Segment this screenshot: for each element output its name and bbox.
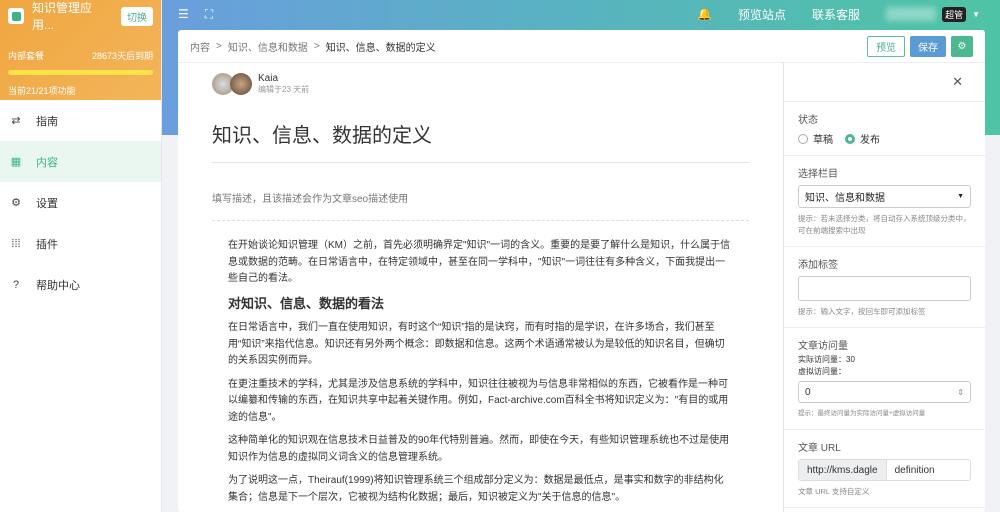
section-heading: 对知识、信息、数据的看法 bbox=[228, 295, 385, 311]
guide-icon: ⇄ bbox=[11, 115, 21, 127]
role-badge: 超管 bbox=[942, 6, 967, 22]
url-hint: 文章 URL 支持自定义 bbox=[798, 487, 870, 496]
plan-card: 知识管理应用... 切换 内部套餐 28673天后到期 当前21/21项功能 bbox=[0, 0, 161, 100]
sidebar-item-label: 帮助中心 bbox=[36, 279, 80, 292]
sidebar-item-help[interactable]: ? 帮助中心 bbox=[0, 264, 161, 305]
save-button[interactable]: 保存 bbox=[910, 35, 946, 57]
sidebar-item-label: 内容 bbox=[36, 156, 58, 169]
grid-icon: ▦ bbox=[10, 156, 22, 168]
breadcrumb-content[interactable]: 内容 bbox=[190, 39, 210, 54]
views-label: 文章访问量 bbox=[798, 341, 848, 352]
description-input[interactable]: 填写描述，且该描述会作为文章seo描述使用 bbox=[212, 190, 749, 221]
sidebar-item-content[interactable]: ▦ 内容 bbox=[0, 141, 161, 182]
help-icon: ? bbox=[12, 278, 20, 291]
paragraph: 这种简单化的知识观在信息技术日益普及的90年代特别普遍。然而，即使在今天，有些知… bbox=[228, 435, 730, 463]
settings-button[interactable]: ⚙ bbox=[951, 35, 973, 57]
apps-icon: ⁞⁞⁞ bbox=[11, 237, 21, 250]
sidebar-item-guide[interactable]: ⇄ 指南 bbox=[0, 100, 161, 141]
app-name: 知识管理应用... bbox=[32, 1, 93, 32]
breadcrumb-separator: > bbox=[313, 40, 320, 52]
radio-publish[interactable]: 发布 bbox=[845, 131, 880, 146]
sidebar-item-label: 设置 bbox=[36, 197, 58, 210]
avatar bbox=[230, 73, 252, 95]
url-label: 文章 URL bbox=[798, 443, 841, 454]
gear-icon: ⚙ bbox=[11, 197, 21, 209]
bell-icon[interactable]: 🔔 bbox=[697, 7, 712, 21]
actual-views: 实际访问量：30 bbox=[798, 355, 855, 364]
author-name: Kaia bbox=[258, 73, 279, 84]
url-section: 文章 URL http://kms.dagle definition 文章 URL… bbox=[784, 430, 985, 508]
fullscreen-icon[interactable]: ⛶ bbox=[205, 7, 213, 22]
username-blurred bbox=[886, 7, 937, 21]
paragraph: 在开始谈论知识管理（KM）之前，首先必须明确界定"知识"一词的含义。重要的是要了… bbox=[228, 240, 731, 284]
feature-count: 当前21/21项功能 bbox=[8, 86, 76, 96]
menu-icon[interactable]: ☰ bbox=[178, 7, 189, 21]
virtual-views-input[interactable]: 0 ⇕ bbox=[798, 381, 971, 403]
caret-down-icon: ▼ bbox=[957, 193, 964, 200]
virtual-views-label: 虚拟访问量： bbox=[798, 367, 846, 376]
tags-hint: 提示：输入文字，按回车即可添加标签 bbox=[798, 307, 926, 316]
user-menu[interactable]: 超管 ▼ bbox=[886, 6, 980, 22]
chevron-down-icon: ▼ bbox=[972, 9, 980, 19]
sidebar-item-plugins[interactable]: ⁞⁞⁞ 插件 bbox=[0, 223, 161, 264]
paragraph: 在更注重技术的学科，尤其是涉及信息系统的学科中，知识往往被视为与信息非常相似的东… bbox=[228, 378, 729, 423]
article-title[interactable]: 知识、信息、数据的定义 bbox=[212, 119, 749, 163]
tags-label: 添加标签 bbox=[798, 260, 838, 271]
paragraph: 为了说明这一点，Theirauf(1999)将知识管理系统三个组成部分定义为：数… bbox=[228, 475, 724, 503]
close-icon[interactable]: ✕ bbox=[952, 74, 963, 90]
breadcrumb-current: 知识、信息、数据的定义 bbox=[325, 42, 436, 54]
editor-card: 内容 > 知识、信息和数据 > 知识、信息、数据的定义 预览 保存 ⚙ Kaia… bbox=[178, 30, 985, 512]
author-info: Kaia 编辑于23 天前 bbox=[212, 73, 749, 95]
views-section: 文章访问量 实际访问量：30 虚拟访问量： 0 ⇕ 提示：最终访问量为实际访问量+… bbox=[784, 328, 985, 430]
settings-panel: ✕ 状态 草稿 发布 选择栏目 知识、信息和数据 ▼ 提示：若未选择分类，将自动存… bbox=[783, 63, 985, 512]
paragraph: 在日常语言中，我们一直在使用知识，有时这个“知识”指的是诀窍，而有时指的是学识，… bbox=[228, 322, 725, 366]
sidebar-item-label: 指南 bbox=[36, 115, 58, 128]
article-body[interactable]: 在开始谈论知识管理（KM）之前，首先必须明确界定"知识"一词的含义。重要的是要了… bbox=[212, 221, 749, 506]
tags-input[interactable] bbox=[798, 276, 971, 301]
url-input-group: http://kms.dagle definition bbox=[798, 459, 971, 481]
top-nav: ☰ ⛶ 🔔 预览站点 联系客服 超管 ▼ bbox=[162, 0, 1000, 28]
tags-section: 添加标签 提示：输入文字，按回车即可添加标签 bbox=[784, 247, 985, 328]
edited-time: 编辑于23 天前 bbox=[258, 85, 310, 94]
article-editor: Kaia 编辑于23 天前 知识、信息、数据的定义 填写描述，且该描述会作为文章s… bbox=[178, 63, 783, 512]
breadcrumb-separator: > bbox=[216, 40, 222, 52]
status-label: 状态 bbox=[798, 115, 818, 126]
breadcrumb: 内容 > 知识、信息和数据 > 知识、信息、数据的定义 预览 保存 ⚙ bbox=[178, 30, 985, 63]
category-hint: 提示：若未选择分类，将自动存入系统顶级分类中，可在前端搜索中出现 bbox=[798, 214, 971, 235]
app-logo-icon bbox=[8, 8, 24, 24]
category-section: 选择栏目 知识、信息和数据 ▼ 提示：若未选择分类，将自动存入系统顶级分类中，可在… bbox=[784, 156, 985, 247]
plan-expiry: 28673天后到期 bbox=[91, 51, 153, 61]
contact-link[interactable]: 联系客服 bbox=[812, 6, 860, 23]
plan-label: 内部套餐 bbox=[8, 51, 45, 61]
url-prefix: http://kms.dagle bbox=[799, 460, 887, 480]
views-hint: 提示：最终访问量为实际访问量+虚拟访问量 bbox=[798, 410, 926, 417]
radio-draft[interactable]: 草稿 bbox=[798, 131, 833, 146]
status-section: 状态 草稿 发布 bbox=[784, 102, 985, 156]
sidebar-item-label: 插件 bbox=[36, 238, 58, 251]
switch-button[interactable]: 切换 bbox=[121, 6, 153, 26]
url-slug-input[interactable]: definition bbox=[887, 460, 943, 480]
category-label: 选择栏目 bbox=[798, 169, 838, 180]
preview-site-link[interactable]: 预览站点 bbox=[738, 6, 786, 23]
preview-button[interactable]: 预览 bbox=[867, 35, 905, 57]
sidebar-item-settings[interactable]: ⚙ 设置 bbox=[0, 182, 161, 223]
category-select[interactable]: 知识、信息和数据 ▼ bbox=[798, 185, 971, 208]
gear-icon: ⚙ bbox=[957, 40, 967, 52]
plan-progress-bar bbox=[8, 70, 153, 75]
breadcrumb-category[interactable]: 知识、信息和数据 bbox=[228, 39, 308, 54]
sidebar: 知识管理应用... 切换 内部套餐 28673天后到期 当前21/21项功能 ⇄ 指… bbox=[0, 0, 162, 512]
stepper-icon[interactable]: ⇕ bbox=[957, 388, 964, 397]
